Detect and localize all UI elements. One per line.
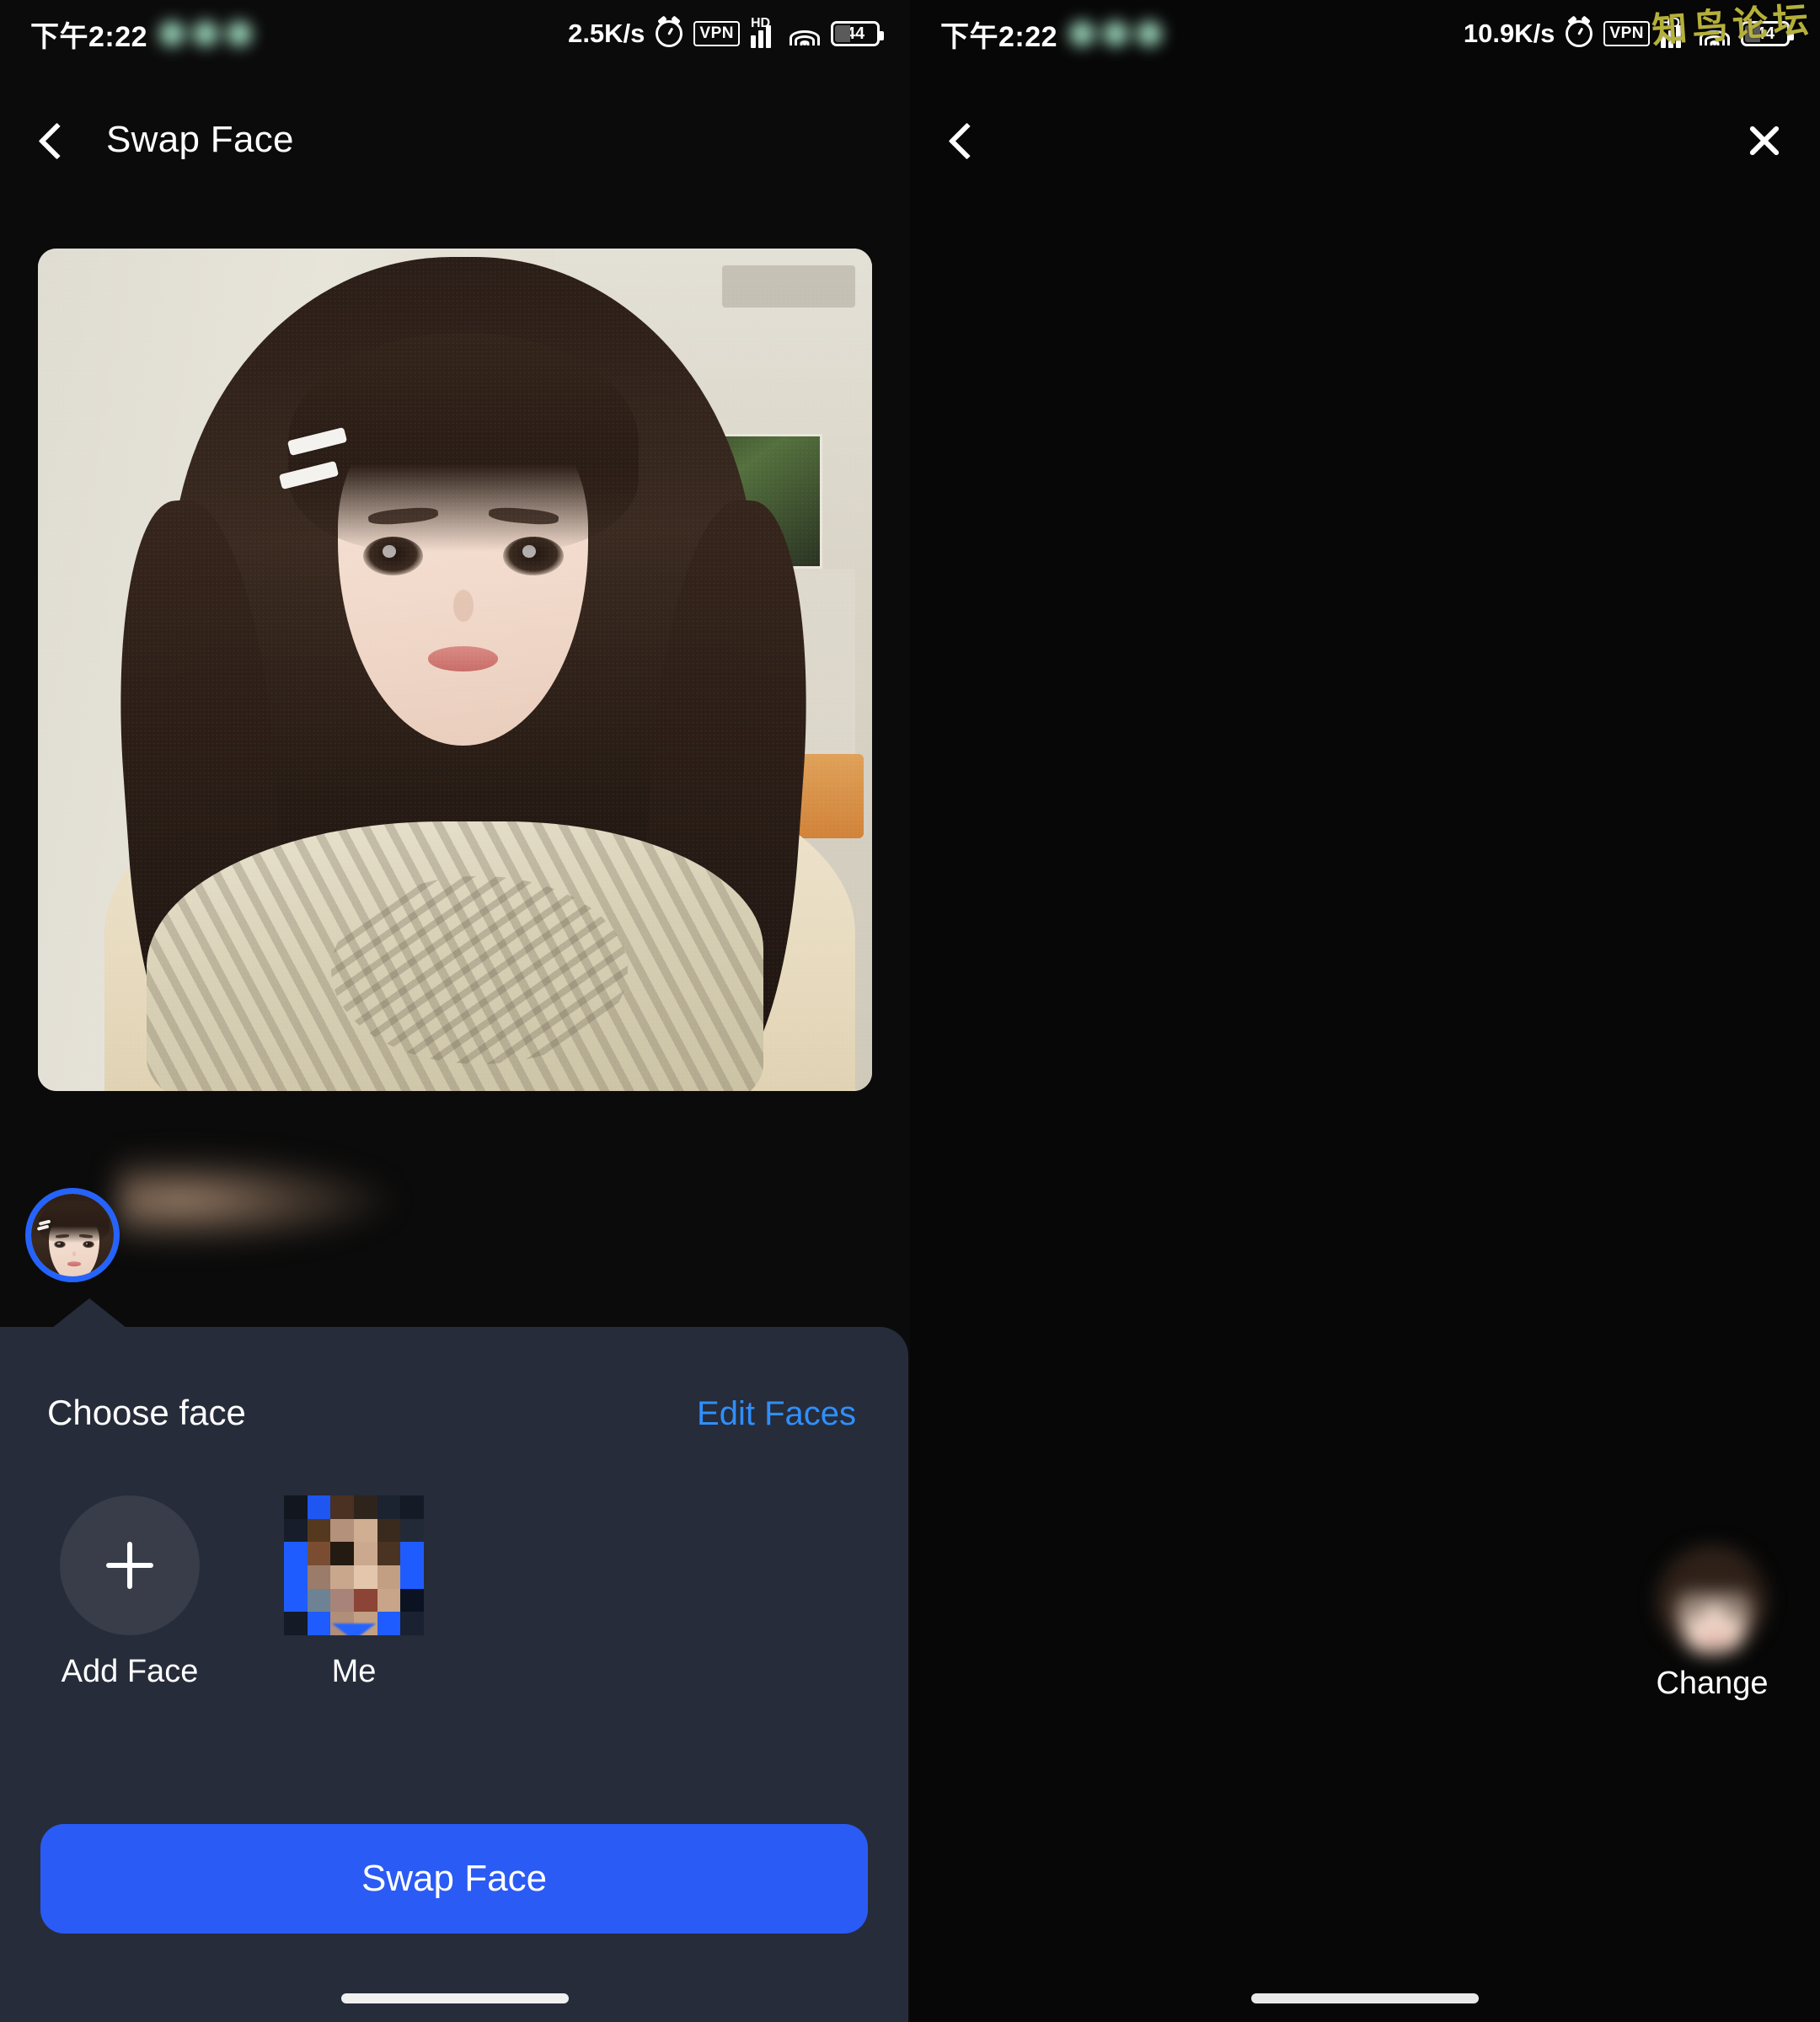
back-button[interactable] bbox=[944, 124, 976, 156]
vpn-icon: VPN bbox=[693, 21, 740, 46]
face-item-me[interactable]: Me bbox=[271, 1495, 436, 1690]
battery-icon: 44 bbox=[831, 21, 884, 46]
blurred-notification-icons bbox=[159, 21, 253, 46]
source-photo[interactable] bbox=[38, 249, 872, 1091]
selected-face-chip[interactable] bbox=[25, 1188, 120, 1282]
add-face-label: Add Face bbox=[61, 1654, 199, 1689]
back-button[interactable] bbox=[34, 124, 66, 156]
home-indicator[interactable] bbox=[1251, 1993, 1479, 2003]
right-screen: 下午2:22 10.9K/s VPN HD 44 知鸟论坛 Change bbox=[910, 0, 1820, 2022]
status-bar-left-group: 下午2:22 bbox=[940, 13, 1163, 55]
add-face-button[interactable]: Add Face bbox=[47, 1495, 212, 1690]
status-bar-left-group: 下午2:22 bbox=[30, 13, 253, 55]
status-time: 下午2:22 bbox=[30, 20, 148, 53]
status-bar-right-group: 2.5K/s VPN HD 44 bbox=[568, 16, 884, 49]
me-face-thumb bbox=[284, 1495, 424, 1635]
hd-label: HD bbox=[751, 16, 771, 30]
wifi-icon bbox=[790, 22, 820, 45]
vpn-icon: VPN bbox=[1603, 21, 1650, 46]
network-speed: 2.5K/s bbox=[568, 19, 645, 48]
dual-screenshot-comparison: 下午2:22 2.5K/s VPN HD 44 Swap Face Choose… bbox=[0, 0, 1820, 2022]
status-bar-left: 下午2:22 2.5K/s VPN HD 44 bbox=[0, 0, 910, 67]
swap-face-button[interactable]: Swap Face bbox=[40, 1824, 868, 1934]
change-avatar bbox=[1658, 1546, 1766, 1654]
selected-indicator bbox=[332, 1623, 376, 1635]
edit-faces-link[interactable]: Edit Faces bbox=[697, 1395, 856, 1433]
change-face-button[interactable]: Change bbox=[1628, 1546, 1796, 1702]
plus-icon bbox=[106, 1542, 153, 1589]
signal-bars-icon: HD bbox=[751, 16, 779, 48]
alarm-clock-icon bbox=[1566, 20, 1593, 47]
app-bar-right bbox=[910, 99, 1820, 180]
forum-watermark: 知鸟论坛 bbox=[1650, 0, 1815, 51]
close-button[interactable] bbox=[1742, 118, 1786, 162]
popup-pointer bbox=[52, 1298, 126, 1328]
choose-face-popup: Choose face Edit Faces Add Face Me Swap … bbox=[0, 1298, 908, 2022]
popup-title: Choose face bbox=[47, 1393, 246, 1432]
left-screen: 下午2:22 2.5K/s VPN HD 44 Swap Face Choose… bbox=[0, 0, 910, 2022]
face-list: Add Face Me bbox=[47, 1495, 436, 1690]
blurred-notification-icons bbox=[1069, 21, 1163, 46]
status-bar-right: 下午2:22 10.9K/s VPN HD 44 知鸟论坛 bbox=[910, 0, 1820, 67]
network-speed: 10.9K/s bbox=[1463, 19, 1555, 48]
me-face-label: Me bbox=[331, 1654, 377, 1689]
status-time: 下午2:22 bbox=[940, 20, 1058, 53]
pixelated-avatar bbox=[284, 1495, 424, 1635]
blurred-overlay-region bbox=[118, 1154, 396, 1247]
add-face-thumb bbox=[60, 1495, 200, 1635]
app-bar-left: Swap Face bbox=[0, 99, 910, 180]
home-indicator[interactable] bbox=[341, 1993, 569, 2003]
popup-header: Choose face Edit Faces bbox=[47, 1393, 856, 1433]
alarm-clock-icon bbox=[656, 20, 683, 47]
page-title: Swap Face bbox=[106, 119, 294, 160]
